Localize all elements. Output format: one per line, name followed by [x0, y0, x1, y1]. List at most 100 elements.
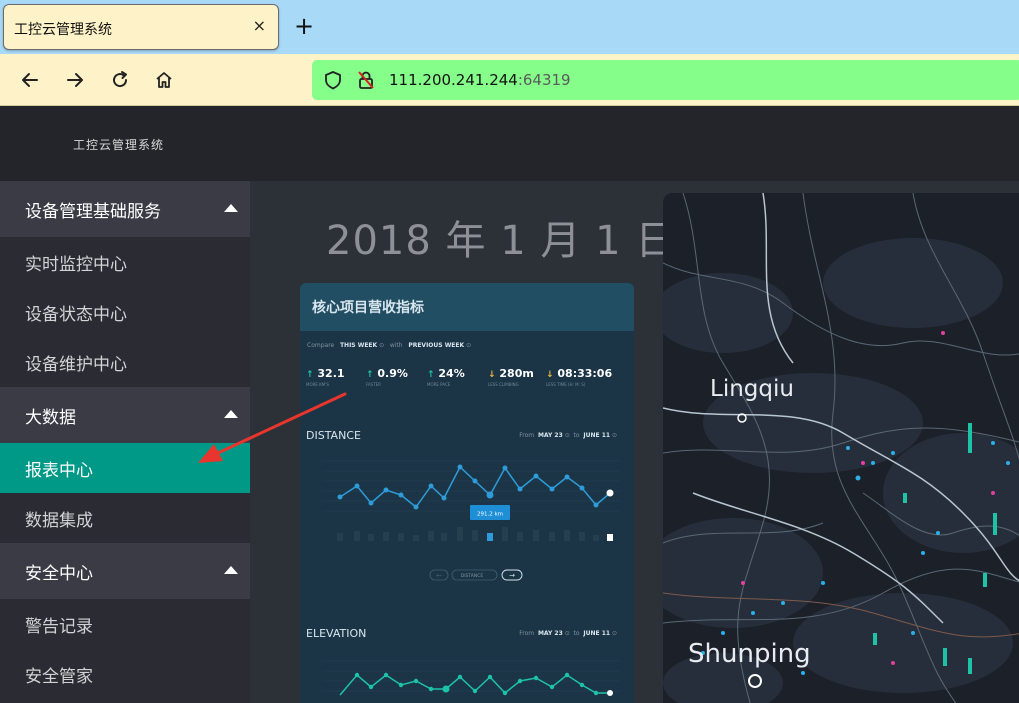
compare-a[interactable]: THIS WEEK — [340, 342, 377, 349]
elevation-points — [354, 672, 599, 696]
url-text[interactable]: 111.200.241.244:64319 — [389, 71, 571, 89]
map-city-label: Lingqiu — [710, 376, 794, 402]
map-graphic — [663, 193, 1019, 703]
sidebar-group-label: 设备管理基础服务 — [25, 202, 161, 222]
svg-text:→: → — [509, 572, 515, 580]
stat-value: 0.9% — [377, 367, 408, 380]
date-heading: 2018 年 1 月 1 日 — [326, 218, 677, 264]
distance-pager-label: DISTANCE — [461, 573, 484, 579]
sidebar-item-label: 警告记录 — [25, 617, 93, 637]
tab-title: 工控云管理系统 — [14, 22, 112, 38]
arrow-down-icon: ↓ — [546, 370, 554, 380]
map-city-label: Shunping — [688, 639, 811, 669]
stat-item: ↓ 08:33:06 LESS TIME (H: M: S) — [546, 367, 612, 387]
distance-range: From MAY 23 ⊙ to JUNE 11 ⊙ — [519, 432, 617, 439]
stat-value: 280m — [499, 367, 534, 380]
app-title: 工控云管理系统 — [73, 138, 165, 152]
distance-bars — [337, 527, 599, 541]
new-tab-button[interactable]: + — [294, 11, 314, 41]
main-content: 2018 年 1 月 1 日 核心项目营收指标 Compare THIS WEE… — [250, 181, 1019, 703]
reload-icon[interactable] — [106, 66, 134, 94]
elevation-range: From MAY 23 ⊙ to JUNE 11 ⊙ — [519, 630, 617, 637]
compare-with: with — [389, 342, 403, 349]
arrow-up-icon: ↑ — [427, 370, 435, 380]
sidebar-item-alert-records[interactable]: 警告记录 — [0, 599, 250, 649]
stat-item: ↑ 0.9% FASTER — [366, 367, 408, 387]
compare-label: Compare — [307, 342, 335, 349]
distance-bar-current — [607, 534, 613, 541]
sidebar-item-realtime-monitoring[interactable]: 实时监控中心 — [0, 237, 250, 287]
insecure-lock-icon[interactable] — [357, 70, 375, 94]
stat-value: 24% — [438, 367, 465, 380]
from-date[interactable]: MAY 23 — [538, 432, 563, 439]
dashboard-card: 核心项目营收指标 Compare THIS WEEK ⊙ with PREVIO… — [300, 283, 634, 703]
distance-bar-selected — [487, 533, 493, 541]
url-host: 111.200.241.244 — [389, 71, 518, 89]
stat-sub: MORE KM'S — [306, 382, 329, 387]
sidebar: 设备管理基础服务 实时监控中心 设备状态中心 设备维护中心 大数据 报表中心 数… — [0, 181, 250, 703]
map-panel[interactable]: Lingqiu Shunping — [663, 193, 1019, 703]
distance-end-point — [606, 489, 614, 497]
shield-icon[interactable] — [324, 70, 342, 94]
from-label: From — [519, 432, 535, 439]
compare-row: Compare THIS WEEK ⊙ with PREVIOUS WEEK ⊙ — [307, 342, 472, 349]
sidebar-item-device-status[interactable]: 设备状态中心 — [0, 287, 250, 337]
stat-sub: LESS TIME (H: M: S) — [546, 382, 586, 387]
sidebar-group-device-management[interactable]: 设备管理基础服务 — [0, 181, 250, 237]
svg-text:←: ← — [436, 572, 442, 580]
browser-tab-strip: 工控云管理系统 × + — [0, 0, 1019, 54]
sidebar-item-device-maintenance[interactable]: 设备维护中心 — [0, 337, 250, 387]
browser-tab[interactable]: 工控云管理系统 × — [3, 4, 279, 50]
elevation-chart — [322, 660, 620, 696]
to-date[interactable]: JUNE 11 — [583, 432, 610, 439]
sidebar-group-security[interactable]: 安全中心 — [0, 543, 250, 599]
sidebar-item-label: 安全管家 — [25, 667, 93, 687]
from-date[interactable]: MAY 23 — [538, 630, 563, 637]
arrow-down-icon: ↓ — [488, 370, 496, 380]
back-icon[interactable] — [16, 66, 44, 94]
caret-up-icon[interactable] — [224, 566, 238, 574]
distance-pager[interactable]: ← DISTANCE → — [429, 569, 523, 581]
stat-sub: LESS CLIMBING — [488, 382, 519, 387]
distance-tooltip-text: 291.2 km — [477, 512, 503, 518]
distance-title: DISTANCE — [306, 429, 361, 442]
distance-gridlines — [322, 460, 620, 512]
stat-value: 08:33:06 — [557, 367, 613, 380]
stat-sub: MORE PACE — [427, 382, 451, 387]
sidebar-group-label: 安全中心 — [25, 564, 93, 584]
elevation-title: ELEVATION — [306, 627, 367, 640]
forward-icon[interactable] — [61, 66, 89, 94]
sidebar-item-label: 设备状态中心 — [25, 305, 127, 325]
sidebar-item-label: 报表中心 — [25, 461, 93, 481]
address-bar[interactable]: 111.200.241.244:64319 — [312, 60, 1019, 100]
from-label: From — [519, 630, 535, 637]
compare-b[interactable]: PREVIOUS WEEK — [408, 342, 464, 349]
stat-value: 32.1 — [317, 367, 345, 380]
stat-item: ↓ 280m LESS CLIMBING — [488, 367, 534, 387]
stat-sub: FASTER — [366, 382, 381, 387]
url-port: :64319 — [517, 71, 571, 89]
app-header: 工控云管理系统 — [0, 106, 1019, 181]
card-title: 核心项目营收指标 — [312, 300, 424, 316]
caret-up-icon[interactable] — [224, 410, 238, 418]
sidebar-item-data-integration[interactable]: 数据集成 — [0, 493, 250, 543]
arrow-up-icon: ↑ — [366, 370, 374, 380]
sidebar-item-label: 设备维护中心 — [25, 355, 127, 375]
to-label: to — [573, 630, 580, 637]
sidebar-group-big-data[interactable]: 大数据 — [0, 387, 250, 443]
sidebar-item-report-center[interactable]: 报表中心 — [0, 443, 250, 493]
sidebar-group-label: 大数据 — [25, 408, 76, 428]
sidebar-item-security-steward[interactable]: 安全管家 — [0, 649, 250, 699]
to-date[interactable]: JUNE 11 — [583, 630, 610, 637]
to-label: to — [573, 432, 580, 439]
elevation-end-point — [607, 690, 613, 696]
home-icon[interactable] — [150, 66, 178, 94]
distance-chart: 291.2 km ← DISTANCE → — [322, 460, 620, 581]
stat-item: ↑ 32.1 MORE KM'S — [306, 367, 345, 387]
caret-up-icon[interactable] — [224, 204, 238, 212]
sidebar-item-label: 实时监控中心 — [25, 255, 127, 275]
card-header: 核心项目营收指标 — [300, 283, 634, 331]
sidebar-item-label: 数据集成 — [25, 511, 93, 531]
stat-item: ↑ 24% MORE PACE — [427, 367, 465, 387]
close-tab-icon[interactable]: × — [253, 16, 266, 36]
